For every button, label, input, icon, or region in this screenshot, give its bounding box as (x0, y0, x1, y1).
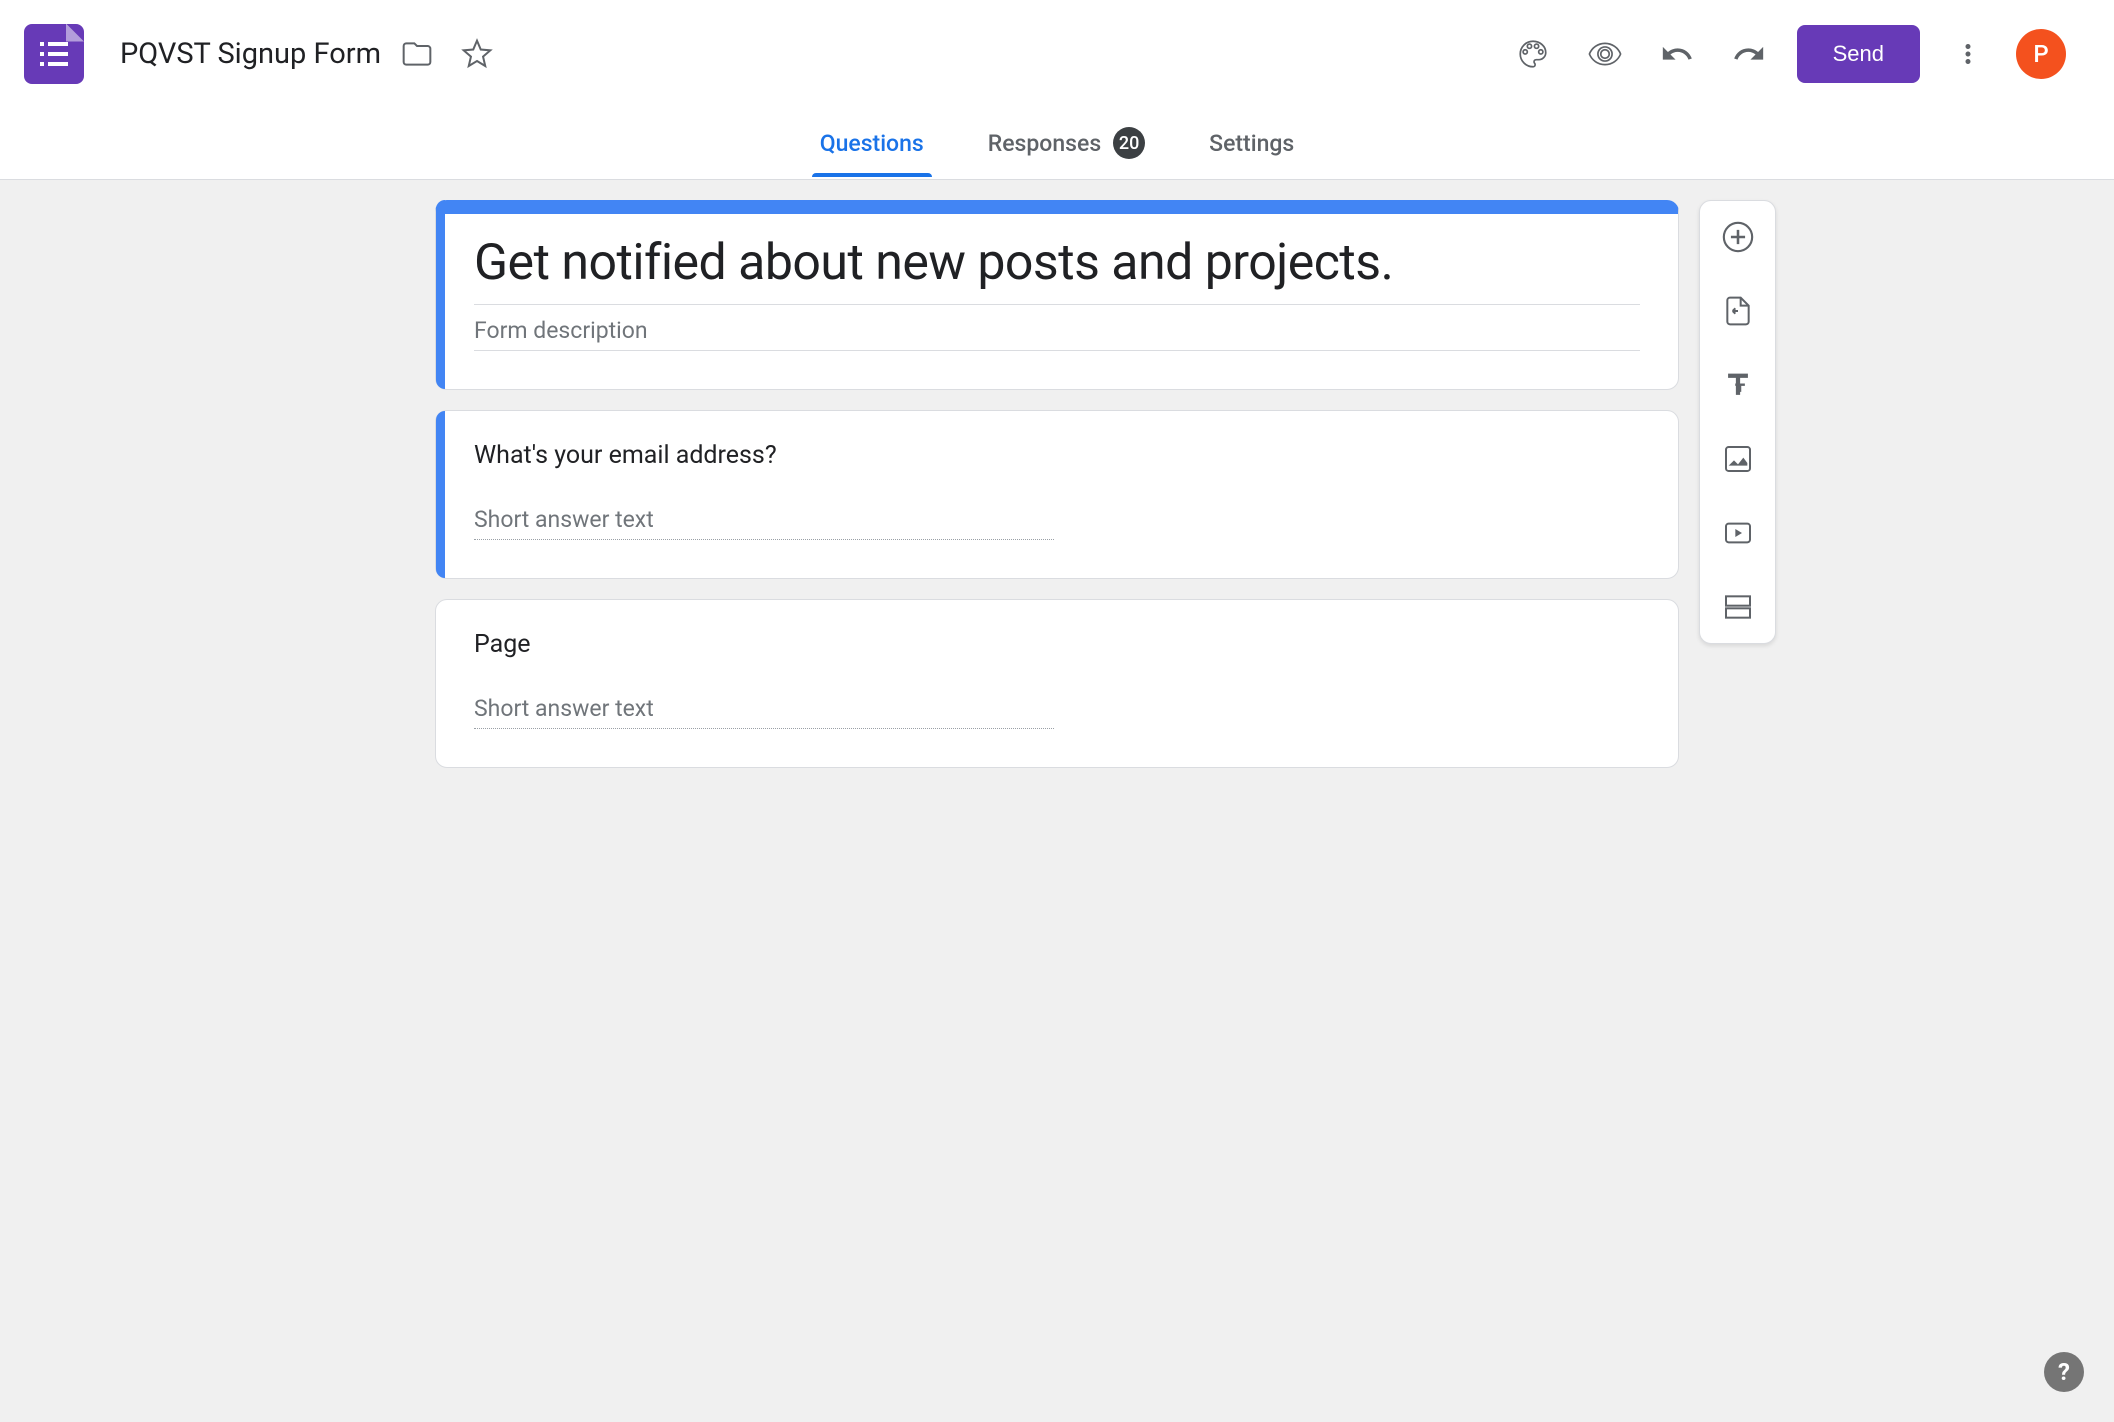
question-title[interactable]: Page (474, 630, 1640, 659)
preview-icon[interactable] (1581, 30, 1629, 78)
tab-questions[interactable]: Questions (812, 110, 932, 177)
question-card[interactable]: Page Short answer text (435, 599, 1679, 768)
form-description-field[interactable]: Form description (474, 317, 1640, 351)
customize-theme-icon[interactable] (1509, 30, 1557, 78)
form-main-title[interactable]: Get notified about new posts and project… (474, 234, 1640, 305)
content-area: Get notified about new posts and project… (0, 180, 2114, 768)
question-card[interactable]: What's your email address? Short answer … (435, 410, 1679, 579)
tab-settings[interactable]: Settings (1201, 110, 1302, 177)
header-actions: Send P (1509, 25, 2066, 83)
app-header: PQVST Signup Form Send P (0, 0, 2114, 107)
forms-app-icon[interactable] (24, 24, 84, 84)
import-questions-icon[interactable] (1716, 289, 1760, 333)
question-title[interactable]: What's your email address? (474, 441, 1640, 470)
form-title[interactable]: PQVST Signup Form (120, 37, 381, 71)
form-canvas: Get notified about new posts and project… (435, 200, 1679, 768)
form-header-card[interactable]: Get notified about new posts and project… (435, 200, 1679, 390)
more-options-icon[interactable] (1944, 30, 1992, 78)
tab-questions-label: Questions (820, 130, 924, 157)
tab-settings-label: Settings (1209, 130, 1294, 157)
avatar[interactable]: P (2016, 29, 2066, 79)
responses-count-badge: 20 (1113, 127, 1145, 159)
undo-icon[interactable] (1653, 30, 1701, 78)
help-icon[interactable]: ? (2044, 1352, 2084, 1392)
short-answer-placeholder: Short answer text (474, 695, 1054, 729)
tab-responses[interactable]: Responses 20 (980, 107, 1153, 179)
redo-icon[interactable] (1725, 30, 1773, 78)
tab-responses-label: Responses (988, 130, 1101, 157)
short-answer-placeholder: Short answer text (474, 506, 1054, 540)
side-toolbar (1699, 200, 1776, 644)
add-image-icon[interactable] (1716, 437, 1760, 481)
send-button[interactable]: Send (1797, 25, 1920, 83)
star-icon[interactable] (453, 30, 501, 78)
add-section-icon[interactable] (1716, 585, 1760, 629)
move-to-folder-icon[interactable] (393, 30, 441, 78)
add-video-icon[interactable] (1716, 511, 1760, 555)
editor-tabs: Questions Responses 20 Settings (0, 107, 2114, 180)
add-title-icon[interactable] (1716, 363, 1760, 407)
add-question-icon[interactable] (1716, 215, 1760, 259)
